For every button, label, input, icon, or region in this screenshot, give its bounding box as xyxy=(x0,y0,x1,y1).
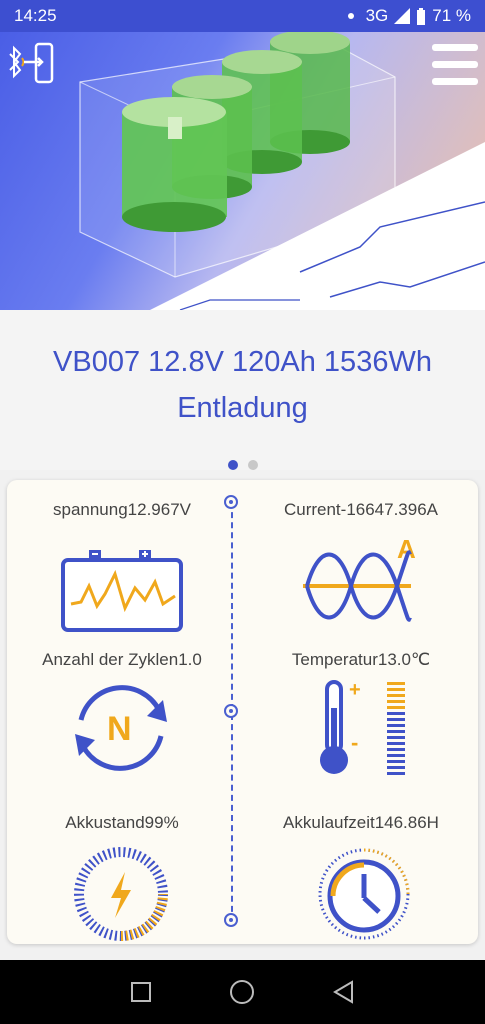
state-label: Akkustand99% xyxy=(65,813,179,832)
page-dot[interactable] xyxy=(247,460,258,470)
square-icon xyxy=(130,982,151,1002)
cell-1 xyxy=(122,97,227,232)
runtime-label: Akkulaufzeit146.86H xyxy=(283,813,439,832)
signal-icon xyxy=(394,8,411,24)
timeline-node xyxy=(224,913,238,927)
notification-dot-icon xyxy=(347,13,354,19)
battery-percent: 71 % xyxy=(432,6,471,25)
system-nav-bar xyxy=(0,960,485,1024)
temperature-scale xyxy=(387,682,405,775)
battery-icon xyxy=(417,7,426,25)
circle-icon xyxy=(230,980,255,1004)
current-label: Current-16647.396A xyxy=(283,500,439,519)
recent-apps-button[interactable] xyxy=(125,976,157,1008)
status-bar: 14:25 3G 71 % xyxy=(0,0,485,32)
device-title: VB007 12.8V 120Ah 1536Wh xyxy=(53,346,432,378)
status-indicators: 3G 71 % xyxy=(347,6,471,26)
cycles-label: Anzahl der Zyklen1.0 xyxy=(42,650,202,669)
device-header: VB007 12.8V 120Ah 1536Wh Entladung xyxy=(0,310,485,470)
battery-illustration xyxy=(79,32,485,310)
triangle-icon xyxy=(333,980,354,1004)
thermometer-icon: + - xyxy=(320,679,405,775)
home-button[interactable] xyxy=(226,976,258,1008)
back-button[interactable] xyxy=(328,976,360,1008)
bluetooth-exit-icon[interactable] xyxy=(6,40,56,88)
metrics-card: spannung12.967V Current-16647.396A A Anz… xyxy=(7,480,478,944)
voltage-label: spannung12.967V xyxy=(52,500,192,519)
battery-wave-icon xyxy=(61,550,183,632)
page-dot-active[interactable] xyxy=(227,460,238,470)
hero-banner xyxy=(0,32,485,310)
temperature-label: Temperatur13.0℃ xyxy=(291,650,431,669)
hamburger-menu-icon[interactable] xyxy=(430,40,480,90)
page-indicator[interactable] xyxy=(0,460,485,470)
status-time: 14:25 xyxy=(14,6,57,25)
svg-text:-: - xyxy=(351,730,358,755)
clock-icon xyxy=(318,848,410,940)
svg-text:+: + xyxy=(349,679,361,701)
charge-gauge-icon xyxy=(74,847,168,941)
device-mode: Entladung xyxy=(177,392,308,424)
sine-wave-icon: A xyxy=(303,534,416,622)
svg-text:N: N xyxy=(107,710,132,748)
cycle-n-icon: N xyxy=(75,685,167,771)
timeline-node xyxy=(224,704,238,718)
network-type: 3G xyxy=(365,6,389,25)
